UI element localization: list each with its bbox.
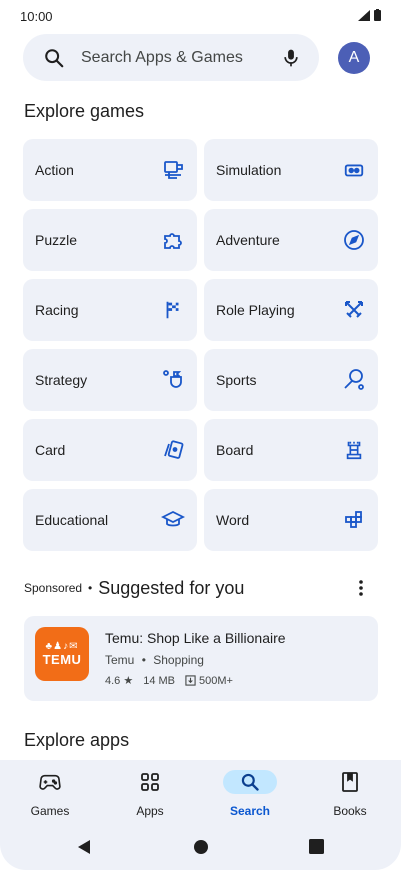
search-icon [241, 773, 259, 791]
apps-grid-icon [141, 773, 159, 791]
microphone-icon[interactable] [281, 47, 301, 69]
avatar[interactable]: A [338, 42, 370, 74]
sponsored-label: Sponsored [24, 581, 83, 595]
explore-apps-title: Explore apps [24, 730, 130, 750]
suggested-header: Sponsored • Suggested for you [24, 576, 377, 600]
category-tile-adventure[interactable]: Adventure [204, 209, 378, 271]
bottom-nav: Games Apps Search Books [0, 760, 401, 830]
sports-icon [342, 368, 366, 392]
checkered-flag-icon [161, 298, 185, 322]
nav-pill [323, 770, 377, 794]
temu-logo-text: TEMU [42, 652, 82, 667]
signal-icon [358, 9, 370, 21]
app-developer: Temu [105, 653, 135, 667]
nav-pill-active [223, 770, 277, 794]
category-tile-puzzle[interactable]: Puzzle [23, 209, 197, 271]
nav-item-games[interactable]: Games [10, 770, 90, 818]
more-vert-icon[interactable] [351, 578, 371, 598]
cards-icon [161, 438, 185, 462]
action-icon [161, 158, 185, 182]
app-downloads: 500M+ [199, 674, 233, 687]
home-icon[interactable] [193, 839, 209, 855]
category-label: Card [35, 442, 66, 458]
category-label: Simulation [216, 162, 282, 178]
category-label: Action [35, 162, 74, 178]
puzzle-icon [161, 228, 185, 252]
temu-logo-glyphs: ♣♟♪✉ [45, 641, 79, 652]
battery-icon [374, 9, 381, 21]
download-icon [185, 675, 196, 686]
nav-pill [123, 770, 177, 794]
compass-icon [342, 228, 366, 252]
app-meta: Temu • Shopping [105, 653, 204, 667]
game-category-grid: Action Simulation Puzzle Adventure Racin… [23, 139, 378, 551]
suggested-app-card[interactable]: ♣♟♪✉ TEMU Temu: Shop Like a Billionaire … [24, 616, 378, 701]
app-name: Temu: Shop Like a Billionaire [105, 630, 286, 646]
status-time: 10:00 [20, 9, 53, 24]
system-nav-bar [0, 830, 401, 870]
gamepad-icon [39, 774, 61, 790]
app-rating: 4.6 ★ [105, 675, 134, 687]
search-bar[interactable]: Search Apps & Games [23, 34, 319, 81]
nav-label: Apps [136, 804, 164, 818]
strategy-icon [161, 368, 185, 392]
crossed-swords-icon [342, 298, 366, 322]
status-icons [358, 9, 381, 21]
nav-item-books[interactable]: Books [310, 770, 390, 818]
category-label: Board [216, 442, 254, 458]
category-tile-simulation[interactable]: Simulation [204, 139, 378, 201]
avatar-initial: A [348, 49, 360, 66]
category-label: Educational [35, 512, 109, 528]
book-icon [342, 772, 358, 792]
explore-games-title: Explore games [24, 101, 145, 121]
word-blocks-icon [342, 508, 366, 532]
category-label: Word [216, 512, 250, 528]
nav-pill [23, 770, 77, 794]
nav-label: Books [333, 804, 367, 818]
category-label: Racing [35, 302, 79, 318]
temu-app-icon: ♣♟♪✉ TEMU [35, 627, 89, 681]
category-label: Adventure [216, 232, 280, 248]
back-icon[interactable] [76, 839, 92, 855]
search-placeholder[interactable]: Search Apps & Games [81, 49, 281, 67]
separator-dot: • [88, 581, 93, 595]
category-tile-role-playing[interactable]: Role Playing [204, 279, 378, 341]
category-tile-sports[interactable]: Sports [204, 349, 378, 411]
app-stats: 4.6 ★ 14 MB 500M+ [105, 674, 233, 688]
nav-label: Games [30, 804, 70, 818]
simulation-icon [342, 158, 366, 182]
nav-item-search[interactable]: Search [210, 770, 290, 818]
nav-label: Search [229, 804, 271, 818]
graduation-cap-icon [161, 508, 185, 532]
chess-rook-icon [342, 438, 366, 462]
nav-item-apps[interactable]: Apps [110, 770, 190, 818]
category-tile-action[interactable]: Action [23, 139, 197, 201]
category-label: Sports [216, 372, 257, 388]
app-downloads-group: 500M+ [185, 675, 233, 687]
category-label: Role Playing [216, 302, 295, 318]
recents-icon[interactable] [309, 839, 324, 854]
category-tile-racing[interactable]: Racing [23, 279, 197, 341]
app-category: Shopping [153, 653, 204, 667]
category-tile-board[interactable]: Board [204, 419, 378, 481]
category-tile-card[interactable]: Card [23, 419, 197, 481]
category-tile-word[interactable]: Word [204, 489, 378, 551]
search-icon [45, 48, 64, 67]
status-bar: 10:00 [0, 0, 401, 32]
category-label: Puzzle [35, 232, 78, 248]
category-tile-strategy[interactable]: Strategy [23, 349, 197, 411]
suggested-title: Suggested for you [98, 577, 245, 598]
category-tile-educational[interactable]: Educational [23, 489, 197, 551]
app-size: 14 MB [143, 674, 176, 687]
meta-separator: • [141, 653, 146, 667]
category-label: Strategy [35, 372, 88, 388]
